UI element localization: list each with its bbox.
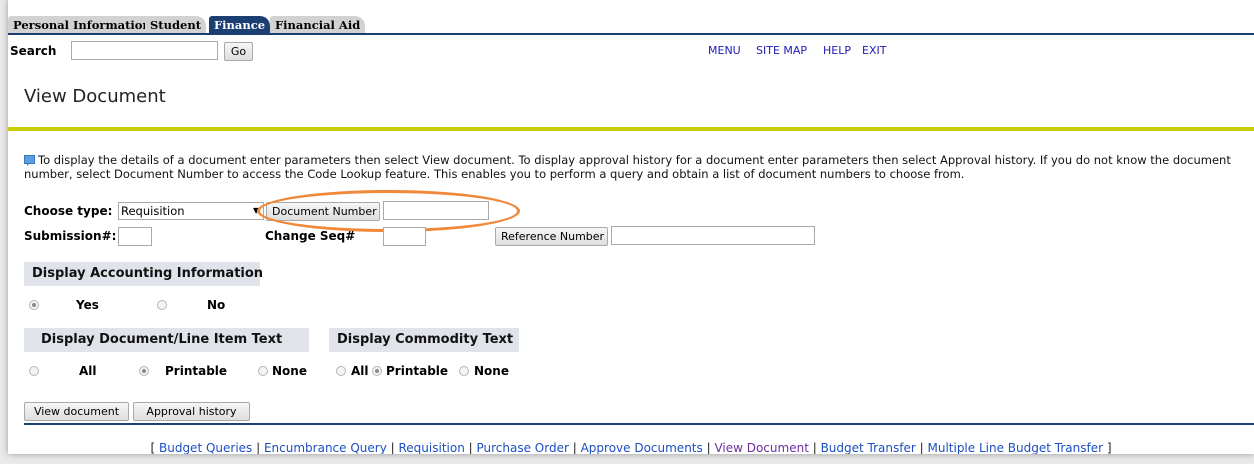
change-seq-label: Change Seq#: [265, 229, 356, 243]
footer-link-requisition[interactable]: Requisition: [399, 441, 465, 454]
commodity-none-label: None: [474, 364, 509, 378]
info-message: To display the details of a document ent…: [24, 153, 1254, 181]
reference-number-input[interactable]: [611, 226, 815, 245]
footer-link-multiple-line-budget-transfer[interactable]: Multiple Line Budget Transfer: [927, 441, 1103, 454]
commodity-all-radio[interactable]: [336, 366, 346, 376]
accounting-yes-radio[interactable]: [29, 300, 39, 310]
doc-text-none-label: None: [272, 364, 307, 378]
footer-link-purchase-order[interactable]: Purchase Order: [476, 441, 568, 454]
tab-finance[interactable]: Finance: [209, 16, 271, 34]
footer-link-budget-transfer[interactable]: Budget Transfer: [821, 441, 916, 454]
footer-links: [ Budget Queries | Encumbrance Query | R…: [150, 441, 1112, 454]
submission-label: Submission#:: [24, 229, 117, 243]
site-map-link[interactable]: SITE MAP: [756, 44, 807, 57]
choose-type-select[interactable]: Requisition: [118, 202, 264, 220]
menu-link[interactable]: MENU: [708, 44, 741, 57]
tab-student[interactable]: Student: [145, 16, 207, 34]
help-link[interactable]: HELP: [823, 44, 851, 57]
tab-bar: Personal Information Student Finance Fin…: [8, 16, 1254, 35]
doc-text-none-radio[interactable]: [258, 366, 268, 376]
tab-personal-information[interactable]: Personal Information: [8, 16, 156, 34]
bottom-divider: [24, 423, 1254, 425]
accounting-yes-label: Yes: [76, 298, 99, 312]
title-divider: [8, 127, 1254, 131]
footer-link-approve-documents[interactable]: Approve Documents: [581, 441, 703, 454]
commodity-printable-label: Printable: [386, 364, 449, 378]
exit-link[interactable]: EXIT: [862, 44, 886, 57]
accounting-no-radio[interactable]: [157, 300, 167, 310]
footer-link-view-document[interactable]: View Document: [714, 441, 808, 454]
accounting-section-header: Display Accounting Information: [24, 262, 263, 286]
accounting-no-label: No: [207, 298, 226, 312]
approval-history-button[interactable]: Approval history: [133, 402, 250, 421]
tab-underline: [8, 33, 1254, 35]
info-text: To display the details of a document ent…: [24, 153, 1231, 181]
go-button[interactable]: Go: [224, 42, 253, 61]
reference-number-button[interactable]: Reference Number: [495, 227, 608, 246]
choose-type-label: Choose type:: [24, 204, 113, 218]
doc-text-all-radio[interactable]: [29, 366, 39, 376]
change-seq-input[interactable]: [383, 227, 426, 246]
doc-text-section-header: Display Document/Line Item Text: [24, 328, 309, 352]
search-label: Search: [10, 44, 57, 58]
highlight-oval: [257, 190, 520, 232]
commodity-printable-radio[interactable]: [372, 366, 382, 376]
search-input[interactable]: [71, 41, 218, 60]
footer-link-encumbrance-query[interactable]: Encumbrance Query: [264, 441, 387, 454]
submission-input[interactable]: [118, 227, 152, 246]
commodity-all-label: All: [351, 364, 369, 378]
doc-text-printable-label: Printable: [165, 364, 228, 378]
doc-text-printable-radio[interactable]: [139, 366, 149, 376]
page-title: View Document: [24, 86, 166, 107]
commodity-none-radio[interactable]: [459, 366, 469, 376]
commodity-text-section-header: Display Commodity Text: [329, 328, 519, 352]
tab-financial-aid[interactable]: Financial Aid: [270, 16, 366, 34]
doc-text-all-label: All: [79, 364, 97, 378]
view-document-button[interactable]: View document: [24, 402, 129, 421]
footer-link-budget-queries[interactable]: Budget Queries: [159, 441, 252, 454]
page: Personal Information Student Finance Fin…: [8, 0, 1254, 454]
info-icon: [24, 155, 35, 166]
